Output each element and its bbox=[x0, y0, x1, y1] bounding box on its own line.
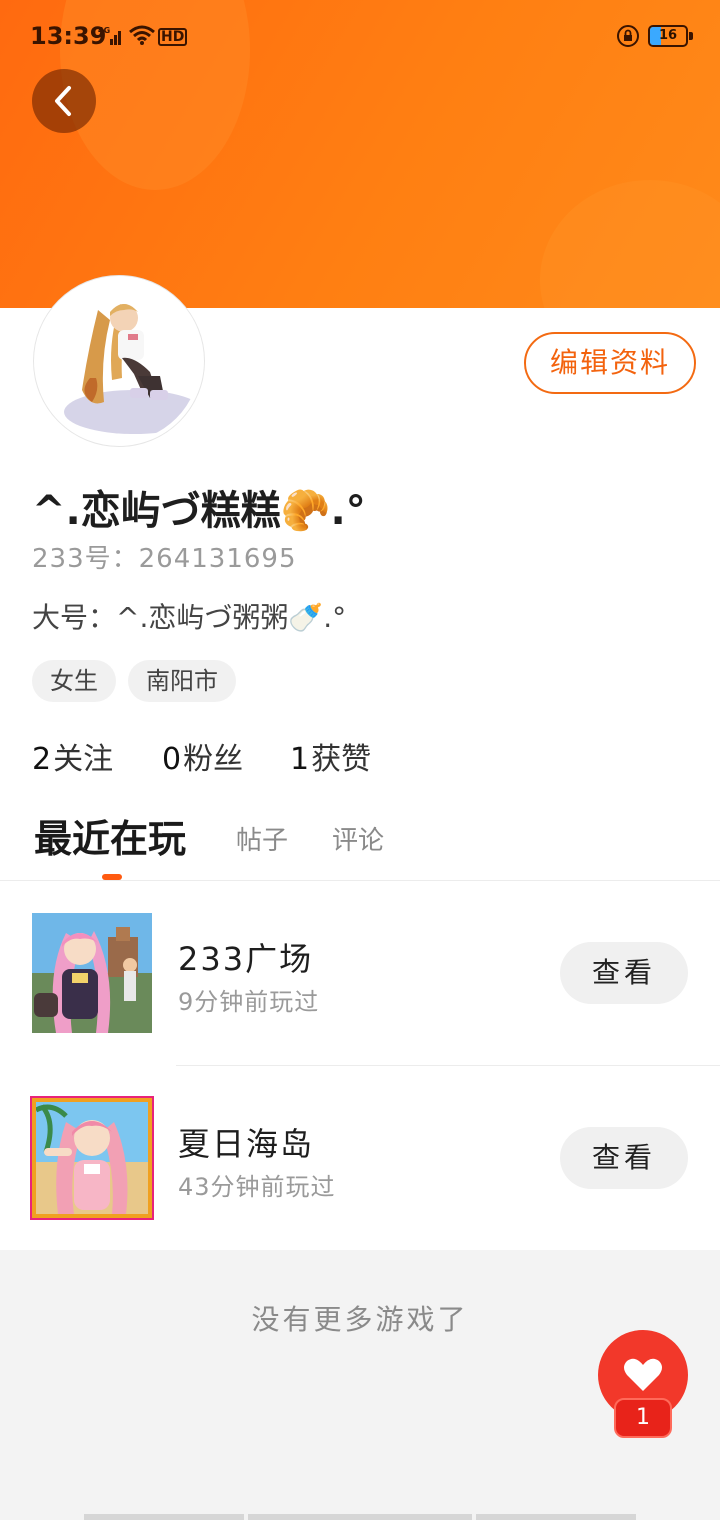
tag-city: 南阳市 bbox=[128, 660, 236, 702]
rotation-lock-icon bbox=[617, 25, 639, 47]
heart-icon bbox=[624, 1358, 662, 1391]
likes-count: 1 bbox=[290, 742, 310, 777]
following-label: 关注 bbox=[53, 742, 114, 777]
hd-icon: HD bbox=[158, 28, 188, 46]
stat-likes[interactable]: 1获赞 bbox=[290, 734, 371, 778]
avatar[interactable] bbox=[34, 276, 204, 446]
game-last-played: 9分钟前玩过 bbox=[178, 988, 320, 1016]
no-more-games-text: 没有更多游戏了 bbox=[251, 1303, 469, 1336]
game-thumbnail bbox=[30, 1096, 154, 1220]
tab-posts[interactable]: 帖子 bbox=[236, 820, 288, 857]
battery-tip bbox=[689, 32, 693, 40]
battery-icon: 16 bbox=[648, 25, 688, 47]
stat-following[interactable]: 2关注 bbox=[32, 734, 113, 778]
fab-badge: 1 bbox=[614, 1398, 672, 1438]
svg-text:4G: 4G bbox=[98, 26, 110, 35]
status-time: 13:39 bbox=[30, 22, 107, 50]
game-thumbnail bbox=[32, 913, 152, 1033]
list-item[interactable]: 夏日海岛 43分钟前玩过 查看 bbox=[0, 1081, 720, 1251]
view-button[interactable]: 查看 bbox=[560, 942, 688, 1004]
profile-page: 13:39 4G HD 16 编辑资料 ^.恋屿づ糕糕🥐.° 233号：2641… bbox=[0, 0, 720, 1520]
nav-bar-hint bbox=[248, 1514, 472, 1520]
following-count: 2 bbox=[32, 742, 52, 777]
user-id: 233号：264131695 bbox=[32, 544, 297, 574]
tab-comments[interactable]: 评论 bbox=[332, 820, 384, 857]
battery-level: 16 bbox=[658, 28, 678, 43]
stat-fans[interactable]: 0粉丝 bbox=[162, 734, 243, 778]
list-item[interactable]: 233广场 9分钟前玩过 查看 bbox=[0, 896, 720, 1066]
game-last-played: 43分钟前玩过 bbox=[178, 1173, 336, 1201]
likes-label: 获赞 bbox=[311, 742, 372, 777]
signal-icon: 4G bbox=[98, 26, 121, 45]
tag-gender: 女生 bbox=[32, 660, 116, 702]
tab-recent[interactable]: 最近在玩 bbox=[34, 808, 186, 863]
chevron-left-icon bbox=[55, 86, 71, 116]
game-title: 233广场 bbox=[178, 940, 314, 978]
fans-count: 0 bbox=[162, 742, 182, 777]
avatar-illustration bbox=[38, 280, 200, 442]
username: ^.恋屿づ糕糕🥐.° bbox=[32, 488, 366, 534]
wifi-icon bbox=[129, 25, 155, 45]
view-button[interactable]: 查看 bbox=[560, 1127, 688, 1189]
fans-label: 粉丝 bbox=[183, 742, 244, 777]
nav-bar-hint bbox=[84, 1514, 244, 1520]
nav-bar-hint bbox=[476, 1514, 636, 1520]
row-divider bbox=[176, 1065, 720, 1066]
banner-decoration bbox=[540, 180, 720, 308]
tab-divider bbox=[0, 880, 720, 881]
alt-account: 大号：^.恋屿づ粥粥🍼.° bbox=[32, 601, 347, 634]
game-title: 夏日海岛 bbox=[178, 1125, 315, 1163]
status-bar: 13:39 4G HD 16 bbox=[0, 0, 720, 72]
edit-profile-button[interactable]: 编辑资料 bbox=[524, 332, 696, 394]
back-button[interactable] bbox=[32, 69, 96, 133]
